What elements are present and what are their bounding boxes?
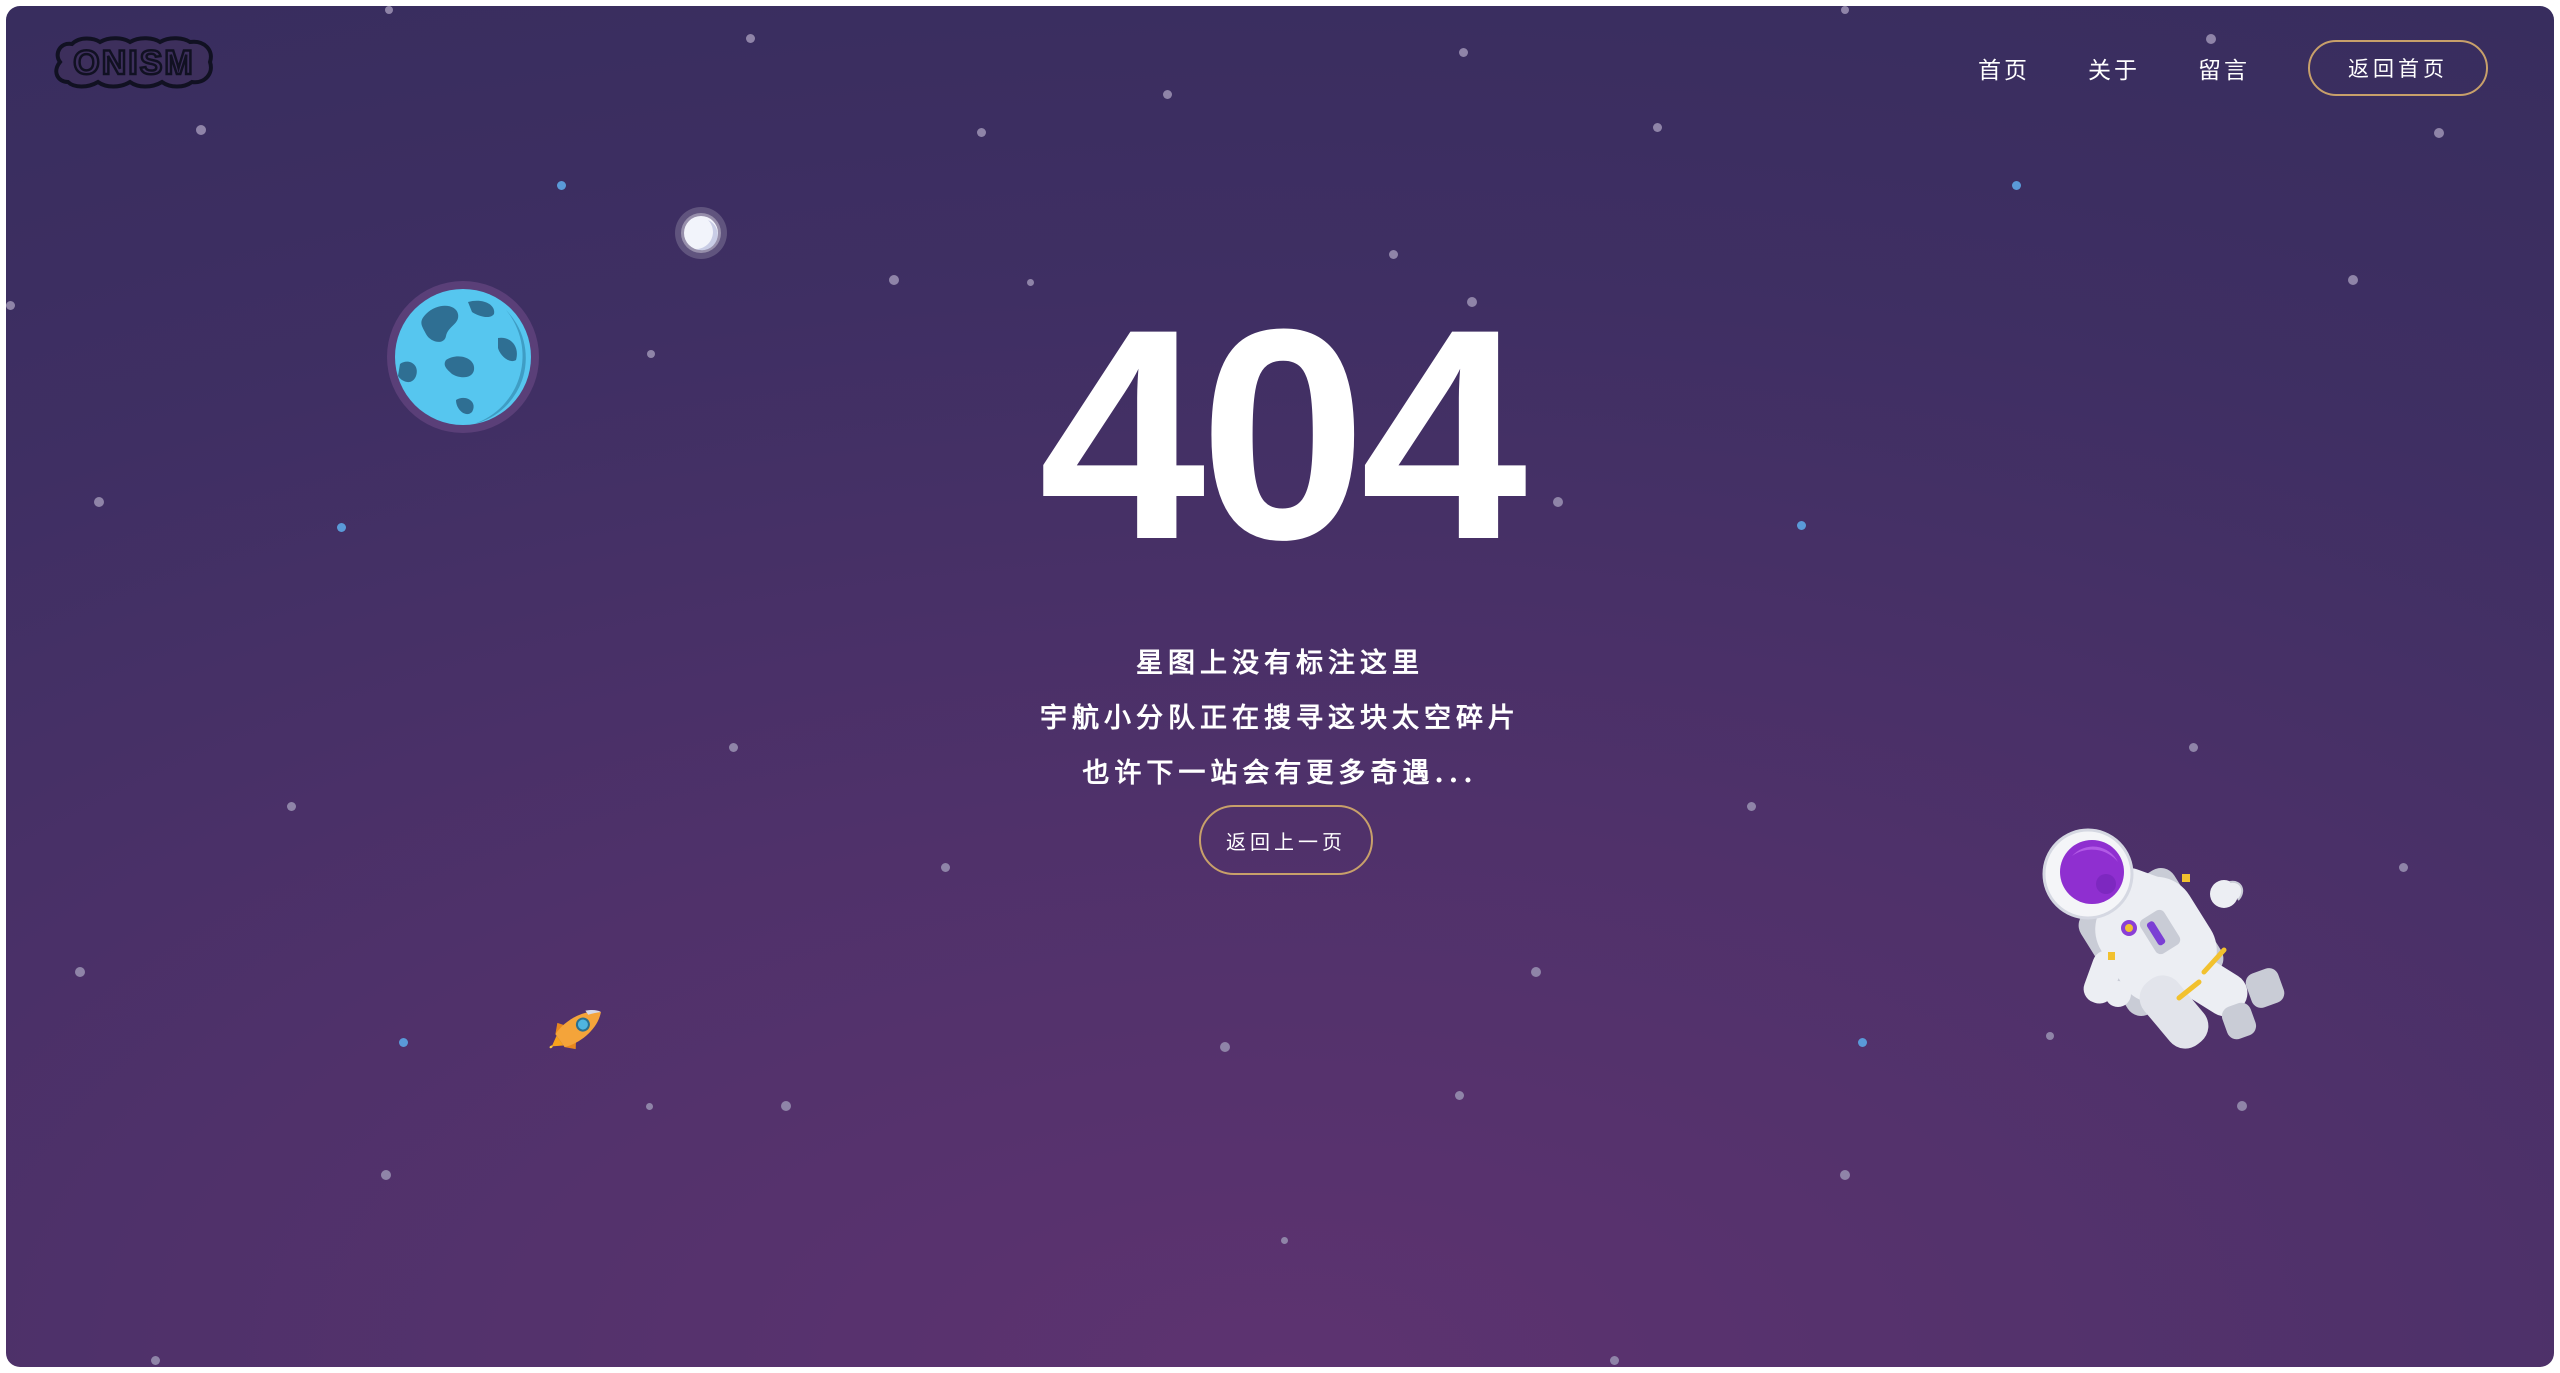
error-code: 404 <box>1038 266 1528 602</box>
nav-item-home[interactable]: 首页 <box>1978 51 2030 85</box>
star <box>75 967 85 977</box>
nav-item-about[interactable]: 关于 <box>2088 51 2140 85</box>
star <box>2012 181 2021 190</box>
error-messages: 星图上没有标注这里 宇航小分队正在搜寻这块太空碎片 也许下一站会有更多奇遇... <box>6 636 2554 801</box>
star <box>1455 1091 1464 1100</box>
star <box>781 1101 791 1111</box>
star <box>1653 123 1662 132</box>
star <box>1220 1042 1230 1052</box>
star <box>941 863 950 872</box>
star <box>196 125 206 135</box>
star <box>557 181 566 190</box>
return-home-button[interactable]: 返回首页 <box>2308 40 2488 96</box>
star <box>151 1356 160 1365</box>
star <box>1610 1356 1619 1365</box>
star <box>2399 863 2408 872</box>
star <box>287 802 296 811</box>
star <box>1747 802 1756 811</box>
top-nav: 首页 关于 留言 返回首页 <box>1978 40 2488 96</box>
star <box>399 1038 408 1047</box>
star <box>1459 48 1468 57</box>
moon-icon <box>675 207 727 259</box>
star <box>1389 250 1398 259</box>
onism-logo[interactable]: ONISM <box>50 32 218 92</box>
message-line: 星图上没有标注这里 <box>1136 648 1424 679</box>
star <box>1531 967 1541 977</box>
star <box>1281 1237 1288 1244</box>
star <box>646 1103 653 1110</box>
star <box>1163 90 1172 99</box>
star <box>1858 1038 1867 1047</box>
star <box>1840 1170 1850 1180</box>
page-404: ONISM 首页 关于 留言 返回首页 404 星图上没有标注这里 宇航小分队正… <box>6 6 2554 1367</box>
rocket-icon <box>549 1010 601 1050</box>
star <box>2434 128 2444 138</box>
svg-text:ONISM: ONISM <box>73 44 194 82</box>
star <box>381 1170 391 1180</box>
star <box>977 128 986 137</box>
message-line: 宇航小分队正在搜寻这块太空碎片 <box>1040 703 1520 734</box>
star <box>746 34 755 43</box>
star <box>385 6 393 14</box>
star <box>1841 6 1849 14</box>
nav-item-messages[interactable]: 留言 <box>2198 51 2250 85</box>
message-line: 也许下一站会有更多奇遇... <box>1082 758 1478 789</box>
astronaut-icon <box>2042 828 2285 1049</box>
star <box>2237 1101 2247 1111</box>
go-back-button[interactable]: 返回上一页 <box>1199 805 1373 875</box>
